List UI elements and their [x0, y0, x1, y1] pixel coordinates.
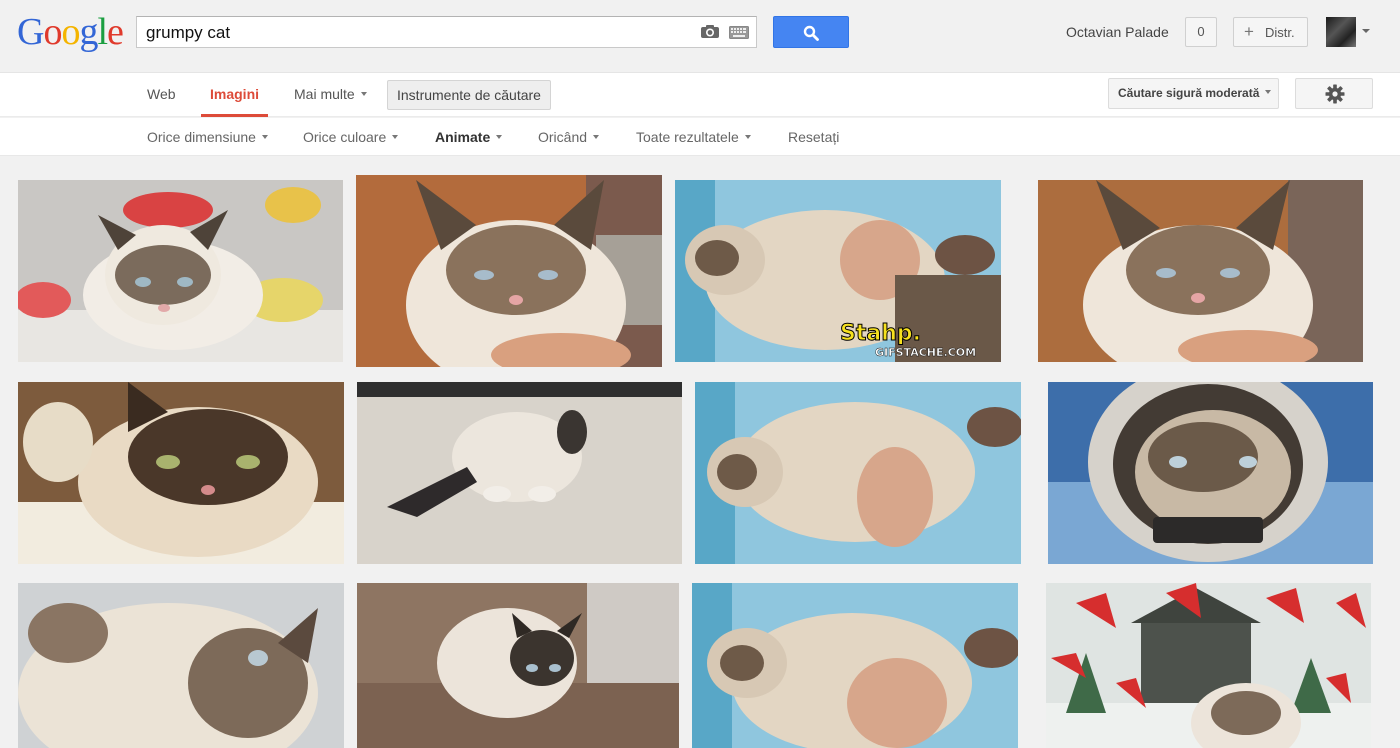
gif-watermark: GIFSTACHE.COM: [875, 346, 976, 359]
caret-down-icon: [744, 135, 751, 139]
image-result[interactable]: [18, 382, 344, 564]
tab-web[interactable]: Web: [147, 86, 176, 102]
cat-image: [695, 382, 1021, 564]
filter-results[interactable]: Toate rezultatele: [636, 129, 751, 145]
camera-icon[interactable]: [700, 24, 720, 39]
cat-image: [356, 175, 662, 367]
tab-images[interactable]: Imagini: [210, 86, 259, 102]
filter-type-label: Animate: [435, 129, 491, 145]
active-tab-indicator: [201, 114, 268, 117]
safesearch-button[interactable]: Căutare sigură moderată: [1108, 78, 1279, 109]
image-results-grid: Stahp. GIFSTACHE.COM: [0, 156, 1400, 748]
tab-more[interactable]: Mai multe: [294, 86, 367, 102]
filter-reset-link[interactable]: Resetați: [788, 129, 839, 145]
image-result[interactable]: [356, 175, 662, 367]
gear-icon: [1325, 84, 1345, 104]
share-button[interactable]: + Distr.: [1233, 17, 1308, 47]
safesearch-label: Căutare sigură moderată: [1118, 86, 1260, 100]
cat-image: [1046, 583, 1371, 748]
image-result[interactable]: Stahp. GIFSTACHE.COM: [675, 180, 1001, 362]
search-box: [136, 16, 757, 48]
cat-image: [1038, 180, 1363, 362]
image-result[interactable]: [1048, 382, 1373, 564]
image-result[interactable]: [1038, 180, 1363, 362]
image-result[interactable]: [357, 382, 682, 564]
keyboard-icon[interactable]: [729, 26, 749, 39]
cat-image: [1048, 382, 1373, 564]
search-tabs-bar: Web Imagini Mai multe Instrumente de cău…: [0, 73, 1400, 117]
avatar[interactable]: [1326, 17, 1356, 47]
cat-image: Stahp. GIFSTACHE.COM: [675, 180, 1001, 362]
search-input[interactable]: [146, 22, 686, 44]
filter-results-label: Toate rezultatele: [636, 129, 739, 145]
caret-down-icon: [261, 135, 268, 139]
cat-image: [357, 583, 679, 748]
image-result[interactable]: [18, 583, 344, 748]
tab-more-label: Mai multe: [294, 86, 355, 102]
cat-image: [692, 583, 1018, 748]
filter-time-label: Oricând: [538, 129, 588, 145]
search-button[interactable]: [773, 16, 849, 48]
image-result[interactable]: [695, 382, 1021, 564]
filter-type[interactable]: Animate: [435, 129, 503, 145]
filter-size[interactable]: Orice dimensiune: [147, 129, 268, 145]
search-tools-button[interactable]: Instrumente de căutare: [387, 80, 551, 110]
cat-image: [18, 583, 344, 748]
image-result[interactable]: [1046, 583, 1371, 748]
user-name-link[interactable]: Octavian Palade: [1066, 24, 1169, 40]
image-filter-bar: Orice dimensiune Orice culoare Animate O…: [0, 118, 1400, 156]
plus-icon: +: [1244, 22, 1254, 41]
filter-color-label: Orice culoare: [303, 129, 387, 145]
cat-image: [18, 180, 343, 362]
notifications-count[interactable]: 0: [1185, 17, 1217, 47]
caret-down-icon: [593, 135, 600, 139]
chevron-down-icon[interactable]: [1362, 29, 1370, 33]
caret-down-icon: [1265, 90, 1272, 94]
filter-time[interactable]: Oricând: [538, 129, 600, 145]
settings-button[interactable]: [1295, 78, 1373, 109]
gif-caption: Stahp.: [840, 321, 921, 346]
top-bar: Google Octavian Palade 0 + Distr.: [0, 0, 1400, 73]
cat-image: [357, 382, 682, 564]
filter-size-label: Orice dimensiune: [147, 129, 256, 145]
google-logo[interactable]: Google: [17, 12, 124, 52]
filter-color[interactable]: Orice culoare: [303, 129, 399, 145]
caret-down-icon: [392, 135, 399, 139]
cat-image: [18, 382, 344, 564]
image-result[interactable]: [18, 180, 343, 362]
share-label: Distr.: [1265, 25, 1295, 40]
search-icon: [803, 25, 819, 41]
caret-down-icon: [496, 135, 503, 139]
image-result[interactable]: [692, 583, 1018, 748]
image-result[interactable]: [357, 583, 679, 748]
caret-down-icon: [360, 92, 367, 96]
